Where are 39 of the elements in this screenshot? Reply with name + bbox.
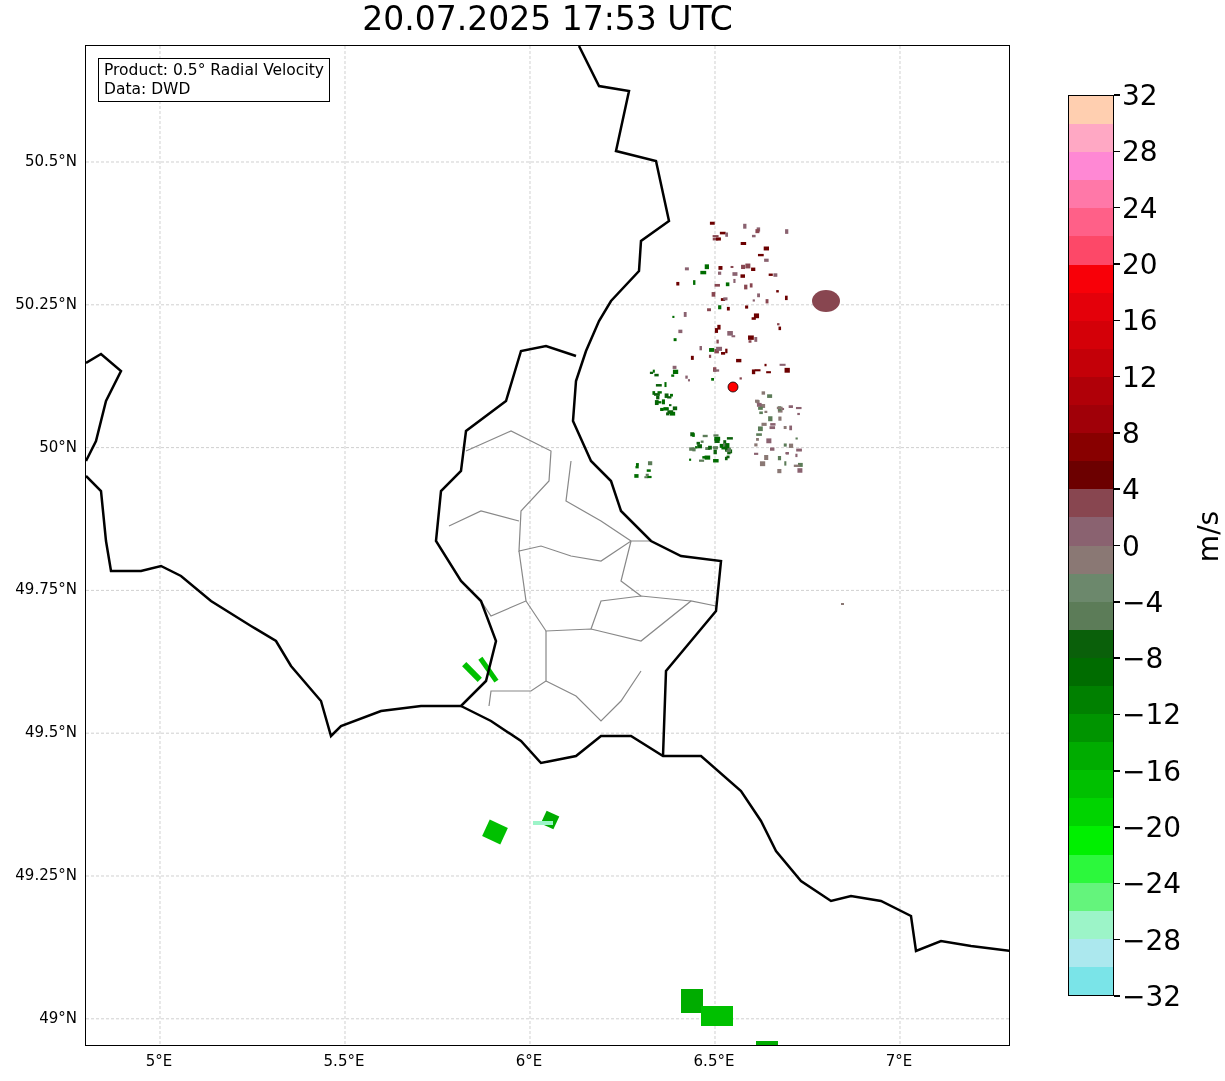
scale-label: 8 [1122,416,1140,450]
scale-label: −4 [1122,585,1164,619]
scale-label: −28 [1122,923,1182,957]
latitude-label: 50°N [39,437,77,456]
scale-label: 24 [1122,191,1158,225]
scale-label: −8 [1122,641,1164,675]
radar-echo-cluster [634,461,653,479]
latitude-label: 49.25°N [15,866,77,884]
chart-title: 20.07.2025 17:53 UTC [361,0,734,40]
scale-label: 12 [1122,360,1158,394]
latitude-label: 50.5°N [24,152,77,170]
radar-echo [756,1041,778,1045]
longitude-label: 5°E [145,1052,173,1070]
longitude-label: 7°E [885,1052,913,1070]
scale-label: −32 [1122,979,1182,1013]
radar-echo-cluster [689,432,733,463]
scale-label: −16 [1122,754,1182,788]
latitude-label: 49.75°N [15,580,77,599]
info-text: Data: DWD [104,80,192,99]
scale-label: −24 [1122,866,1182,900]
latitude-label: 49.5°N [24,723,77,742]
scale-label: −12 [1122,697,1182,731]
longitude-label: 5.5°E [323,1052,365,1070]
scale-label: 32 [1122,78,1158,112]
scale-label: 28 [1122,134,1158,168]
unit-label: m/s [1192,510,1225,563]
longitude-label: 6°E [515,1052,543,1070]
radar-echo [812,290,840,312]
scale-label: 4 [1122,472,1140,506]
scale-label: 20 [1122,247,1158,281]
scale-label: −20 [1122,810,1182,844]
latitude-label: 49°N [39,1008,77,1027]
latitude-label: 50.25°N [15,294,77,313]
scale-label: 16 [1122,303,1158,337]
longitude-label: 6.5°E [693,1052,735,1070]
radar-echo [478,656,499,683]
info-text: Product: 0.5° Radial Velocity [104,61,324,80]
scale-label: 0 [1122,529,1140,562]
radar-site-marker [727,381,739,393]
